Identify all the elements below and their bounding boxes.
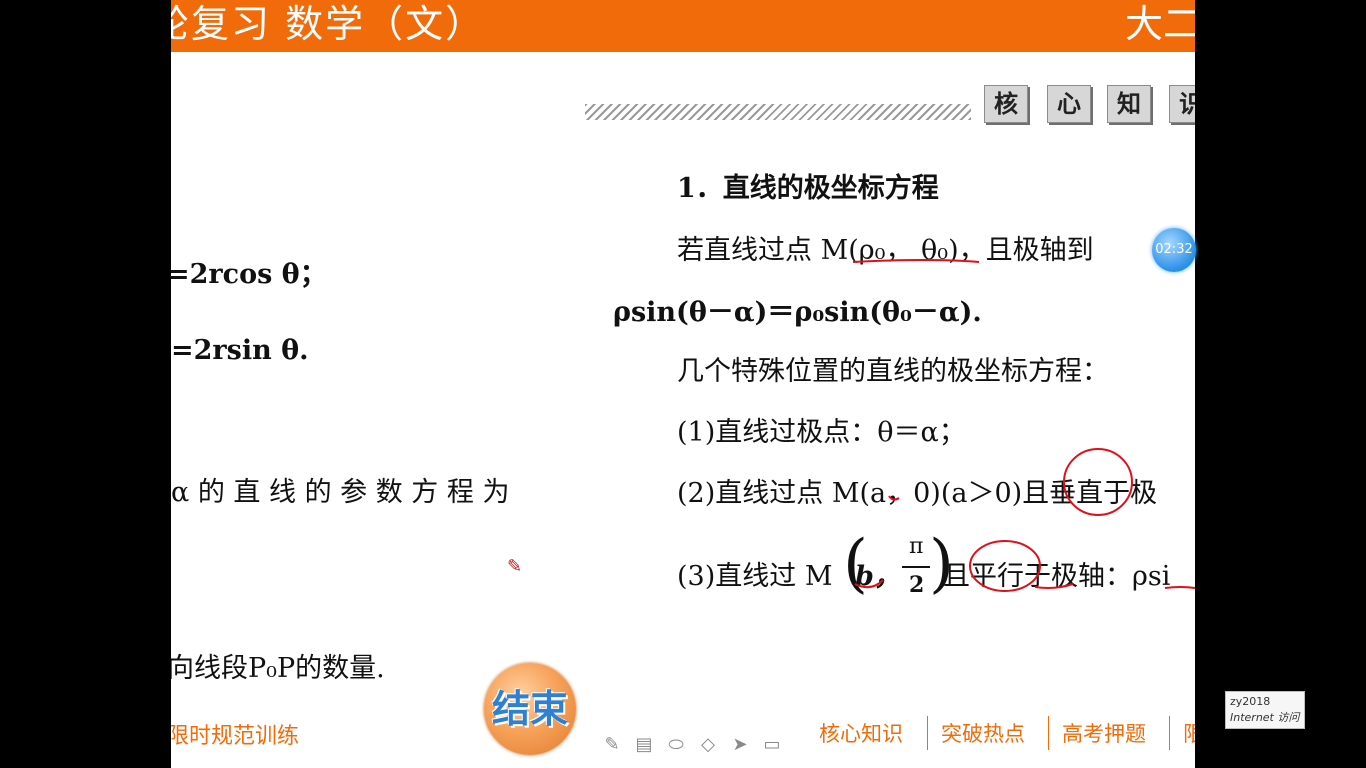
ink-tick-1: [888, 495, 900, 501]
ink-underline-2: [1034, 583, 1074, 589]
ink-annotations: [852, 259, 1195, 592]
ink-underline-3: [1164, 586, 1195, 589]
slide: 轮复习 数学（文） 大二 核 心 知 识 =2rcos θ； =2rsin θ.…: [171, 0, 1195, 768]
visit-user: zy2018: [1230, 695, 1271, 708]
ink-circle-1: [1063, 448, 1133, 516]
internet-visit-badge[interactable]: zy2018 Internet 访问: [1225, 691, 1305, 729]
ink-tick-2: [854, 579, 884, 589]
visit-label: Internet 访问: [1230, 711, 1300, 724]
ink-circle-2: [969, 540, 1041, 592]
ink-underline-1: [852, 259, 980, 263]
timer-badge[interactable]: 02:32: [1152, 228, 1196, 272]
